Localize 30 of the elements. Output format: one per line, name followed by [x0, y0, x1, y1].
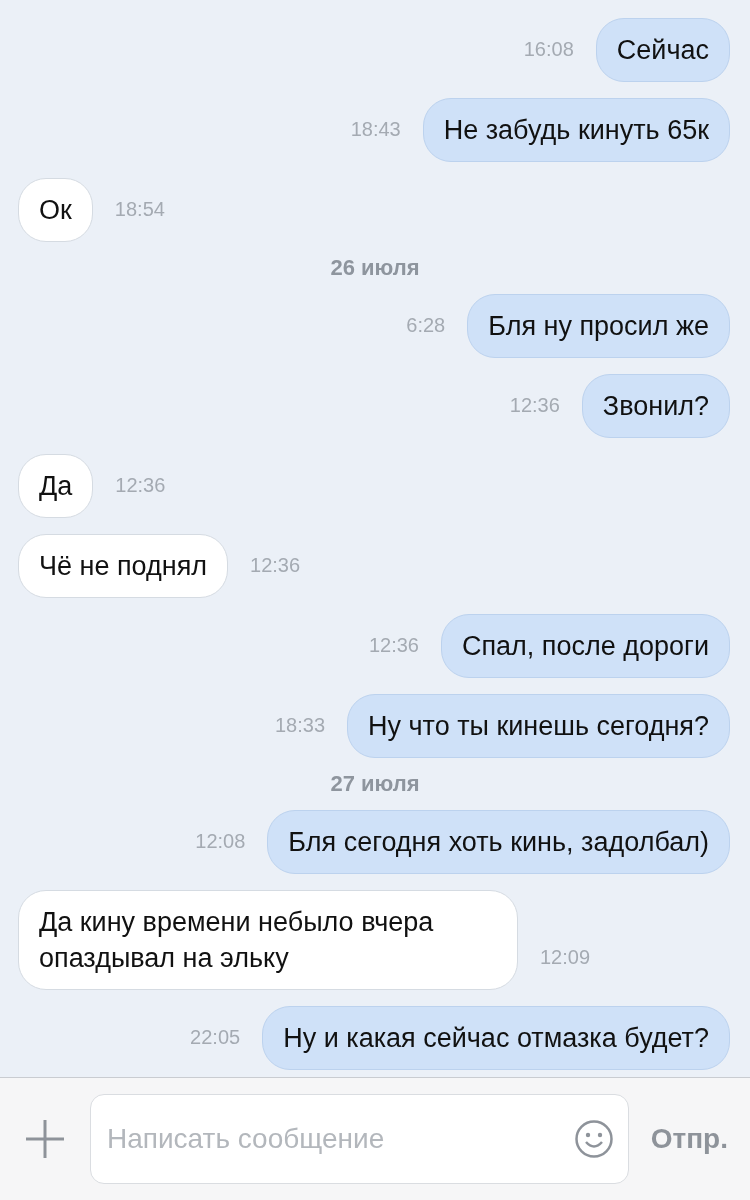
- date-label: 27 июля: [330, 774, 420, 794]
- message-time: 12:36: [115, 473, 166, 498]
- send-button[interactable]: Отпр.: [650, 1118, 728, 1160]
- message-field[interactable]: Написать сообщение: [90, 1094, 629, 1184]
- message-bubble: Да: [18, 454, 94, 518]
- message-bubble: Спал, после дороги: [440, 614, 730, 678]
- message-time: 22:05: [190, 1025, 241, 1050]
- message-time: 12:36: [509, 393, 560, 418]
- message-bubble: Сейчас: [595, 18, 730, 82]
- message-time: 12:36: [368, 633, 419, 658]
- message-bubble: Ну и какая сейчас отмазка будет?: [262, 1006, 730, 1070]
- message-input[interactable]: Написать сообщение: [107, 1118, 574, 1160]
- message-bubble: Не забудь кинуть 65к: [422, 98, 730, 162]
- smiley-icon[interactable]: [573, 1119, 614, 1159]
- message-time: 18:33: [274, 713, 326, 738]
- message-time: 18:43: [350, 117, 401, 142]
- message-time: 12:09: [540, 945, 591, 970]
- message-time: 12:08: [195, 829, 246, 854]
- message-time: 18:54: [114, 197, 165, 222]
- message-bubble: Ну что ты кинешь сегодня?: [347, 694, 730, 758]
- message-time: 6:28: [406, 313, 446, 338]
- message-time: 16:08: [523, 37, 574, 62]
- message-bubble: Бля ну просил же: [467, 294, 730, 358]
- message-bubble: Ок: [18, 178, 93, 242]
- message-bubble: Бля сегодня хоть кинь, задолбал): [267, 810, 730, 874]
- date-label: 26 июля: [330, 258, 420, 278]
- message-bubble: Да кину времени небыло вчера опаздывал на эльку: [18, 890, 518, 990]
- message-time: 12:36: [250, 553, 301, 578]
- message-bubble: Чё не поднял: [18, 534, 229, 598]
- message-bubble: Звонил?: [581, 374, 730, 438]
